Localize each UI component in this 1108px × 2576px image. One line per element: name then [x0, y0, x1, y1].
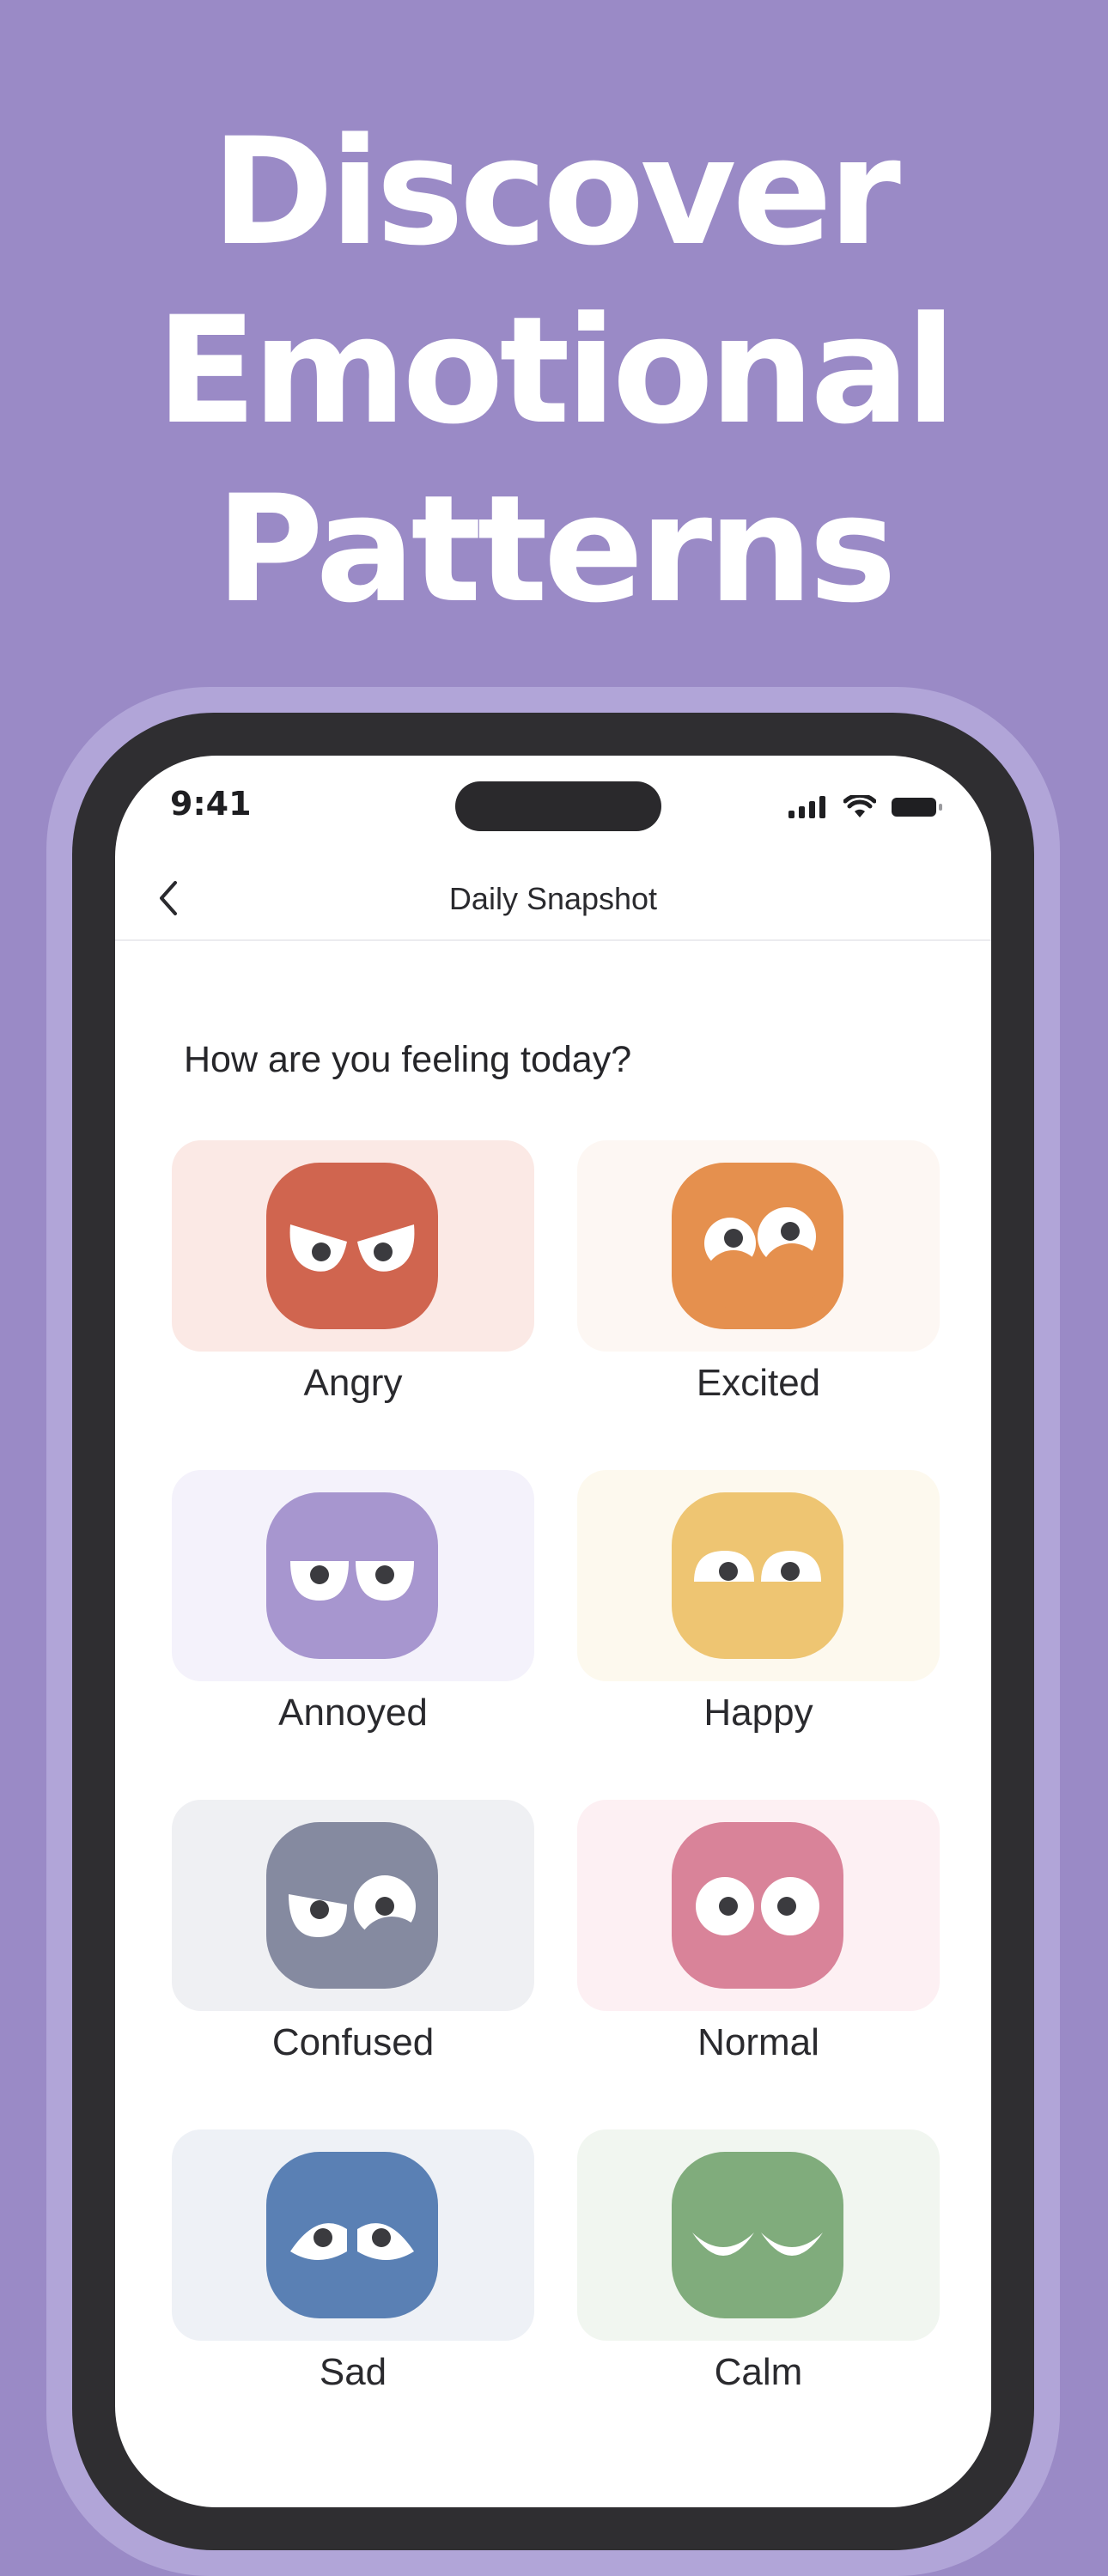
- mood-label: Confused: [271, 2021, 435, 2063]
- mood-option-confused[interactable]: Confused: [172, 1800, 534, 2092]
- mood-option-calm[interactable]: Calm: [577, 2129, 940, 2421]
- mood-option-normal[interactable]: Normal: [577, 1800, 940, 2092]
- status-time: 9:41: [170, 785, 252, 823]
- battery-icon: [892, 798, 942, 817]
- confused-face-icon: [266, 1822, 438, 1989]
- mood-label: Sad: [319, 2351, 387, 2393]
- mood-option-sad[interactable]: Sad: [172, 2129, 534, 2421]
- wifi-icon: [843, 795, 876, 817]
- headline: Discover Emotional Patterns: [0, 103, 1108, 639]
- angry-face-icon: [266, 1163, 438, 1329]
- sad-face-icon: [266, 2152, 438, 2318]
- nav-title: Daily Snapshot: [448, 881, 658, 916]
- headline-line-1: Discover: [211, 106, 901, 278]
- nav-bar: Daily Snapshot: [115, 859, 991, 941]
- mood-label: Excited: [696, 1362, 821, 1404]
- calm-face-icon: [672, 2152, 843, 2318]
- mood-question: How are you feeling today?: [184, 1039, 632, 1080]
- normal-face-icon: [672, 1822, 843, 1989]
- mood-label: Happy: [703, 1692, 813, 1734]
- status-icons: [788, 790, 943, 824]
- headline-line-3: Patterns: [215, 463, 897, 635]
- happy-face-icon: [672, 1492, 843, 1659]
- mood-label: Normal: [697, 2021, 819, 2063]
- cellular-signal-icon: [788, 796, 825, 818]
- annoyed-face-icon: [266, 1492, 438, 1659]
- mood-option-angry[interactable]: Angry: [172, 1140, 534, 1432]
- mood-label: Calm: [714, 2351, 803, 2393]
- mood-option-happy[interactable]: Happy: [577, 1470, 940, 1762]
- mood-option-annoyed[interactable]: Annoyed: [172, 1470, 534, 1762]
- dynamic-island: [455, 781, 661, 831]
- mood-label: Angry: [303, 1362, 403, 1404]
- phone-screen: 9:41 Daily Snapshot How are you feeling …: [115, 756, 991, 2507]
- mood-label: Annoyed: [278, 1692, 428, 1734]
- excited-face-icon: [672, 1163, 843, 1329]
- headline-line-2: Emotional: [155, 284, 957, 457]
- mood-option-excited[interactable]: Excited: [577, 1140, 940, 1432]
